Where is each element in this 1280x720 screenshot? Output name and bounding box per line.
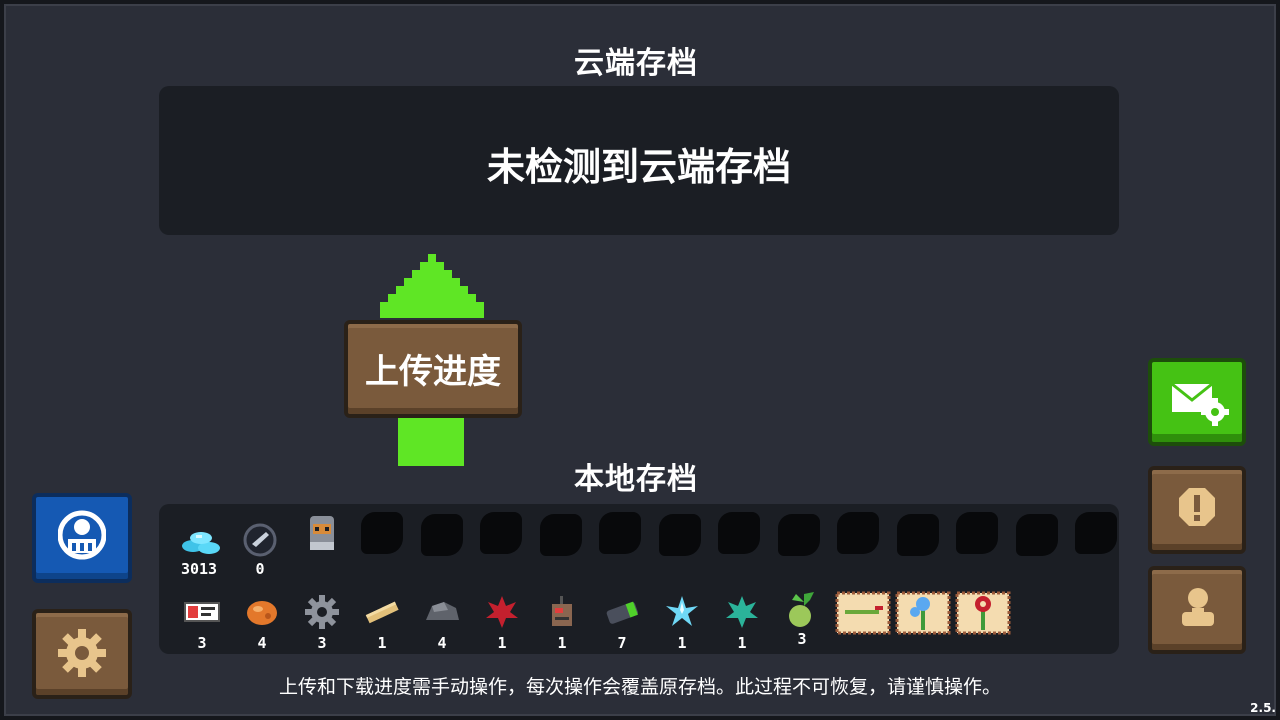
gem-count: 3013	[180, 560, 218, 578]
material-slot-13	[895, 590, 951, 636]
locked-character-silhouette	[718, 512, 760, 554]
gem-icon	[179, 518, 220, 558]
cloud-save-panel: 未检测到云端存档	[159, 86, 1119, 235]
mail-settings-button[interactable]	[1148, 358, 1246, 446]
fish-token-count: 0	[255, 560, 265, 578]
account-logo-icon	[58, 510, 106, 560]
pixel-sky-account-button[interactable]	[32, 493, 132, 583]
scroll-red-flower-icon	[955, 590, 1011, 636]
ice-crystal-icon	[662, 592, 702, 632]
scroll-pepper-icon	[835, 590, 891, 636]
locked-character-silhouette	[480, 512, 522, 554]
seedling-icon	[782, 588, 822, 628]
locked-character-silhouette	[599, 512, 641, 554]
fish-token-icon	[240, 518, 280, 558]
wood-plank-icon	[362, 592, 402, 632]
green-leaf-icon	[722, 592, 762, 632]
material-slot-7: 1	[539, 592, 585, 652]
locked-character-silhouette	[658, 514, 701, 556]
material-slot-10: 1	[719, 592, 765, 652]
fish-token-currency: 0	[237, 518, 283, 578]
material-count: 1	[557, 634, 567, 652]
material-count: 3	[797, 630, 807, 648]
locked-character-silhouette	[1075, 512, 1117, 554]
material-slot-8: 7	[599, 592, 645, 652]
mail-gear-icon	[1171, 382, 1229, 426]
material-slot-1: 3	[179, 592, 225, 652]
gadget-icon	[542, 592, 582, 632]
version-label: 2.5.	[1250, 701, 1276, 715]
material-slot-14	[955, 590, 1011, 636]
red-leaf-icon	[482, 592, 522, 632]
scroll-blue-flower-icon	[895, 590, 951, 636]
material-count: 7	[617, 634, 627, 652]
gear-part-icon	[302, 592, 342, 632]
material-count: 1	[497, 634, 507, 652]
locked-character-silhouette	[539, 514, 582, 556]
exclamation-icon	[1179, 488, 1215, 526]
material-count: 4	[437, 634, 447, 652]
upload-progress-label: 上传进度	[365, 352, 501, 392]
material-slot-4: 1	[359, 592, 405, 652]
ore-chunk-icon	[242, 592, 282, 632]
cloud-save-title: 云端存档	[574, 46, 698, 81]
material-count: 1	[737, 634, 747, 652]
locked-character-silhouette	[420, 514, 463, 556]
local-save-panel: 3013 0 3 4 3 1 4 1 1 7 1 1 3	[159, 504, 1119, 654]
locked-character-silhouette	[837, 512, 879, 554]
locked-character-silhouette	[777, 514, 820, 556]
material-count: 1	[377, 634, 387, 652]
locked-character-silhouette	[956, 512, 998, 554]
sync-warning-text: 上传和下载进度需手动操作，每次操作会覆盖原存档。此过程不可恢复，请谨慎操作。	[278, 676, 1001, 698]
user-icon	[1182, 588, 1214, 626]
material-slot-2: 4	[239, 592, 285, 652]
material-count: 4	[257, 634, 267, 652]
material-slot-6: 1	[479, 592, 525, 652]
locked-character-silhouette	[896, 514, 939, 556]
material-slot-5: 4	[419, 592, 465, 652]
material-count: 3	[317, 634, 327, 652]
gem-currency: 3013	[175, 518, 223, 578]
material-count: 1	[677, 634, 687, 652]
stone-icon	[422, 592, 462, 632]
locked-character-silhouette	[361, 512, 403, 554]
battery-icon	[602, 592, 642, 632]
material-slot-9: 1	[659, 592, 705, 652]
save-management-window: 云端存档 未检测到云端存档 上传进度 本地存档 3013 0 3 4 3 1 4…	[4, 4, 1276, 716]
notice-button[interactable]	[1148, 466, 1246, 554]
material-slot-11: 3	[779, 588, 825, 648]
material-slot-12	[835, 590, 891, 636]
cloud-save-message: 未检测到云端存档	[486, 145, 791, 189]
id-card-icon	[182, 592, 222, 632]
locked-character-silhouette	[1015, 514, 1058, 556]
upload-progress-button[interactable]: 上传进度	[344, 320, 522, 418]
knight-character	[299, 512, 345, 552]
material-count: 3	[197, 634, 207, 652]
material-slot-3: 3	[299, 592, 345, 652]
profile-button[interactable]	[1148, 566, 1246, 654]
local-save-title: 本地存档	[574, 462, 698, 497]
knight-character-icon	[302, 512, 342, 552]
